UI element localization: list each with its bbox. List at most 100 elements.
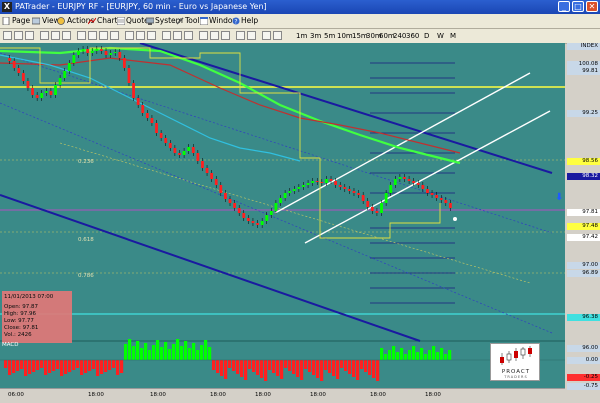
arrow-tool-icon[interactable] — [125, 31, 134, 40]
timeframe-monthly[interactable]: M — [450, 31, 456, 41]
delete-icon[interactable] — [262, 31, 271, 40]
price-candle — [127, 68, 131, 83]
macd-bar — [232, 360, 236, 371]
menu-help[interactable]: Help — [241, 16, 258, 26]
price-candle — [370, 207, 374, 211]
macd-bar — [36, 360, 40, 370]
macd-bar — [236, 360, 240, 374]
price-candle — [302, 185, 305, 187]
price-candle — [164, 138, 168, 143]
timeframe-3m[interactable]: 3m — [310, 31, 321, 41]
logo-candles-icon — [500, 346, 532, 365]
crosshair-icon[interactable] — [62, 31, 71, 40]
bar-style-icon[interactable] — [199, 31, 208, 40]
zoom-out-icon[interactable] — [51, 31, 60, 40]
price-candle — [439, 198, 443, 200]
zoom-in-icon[interactable] — [40, 31, 49, 40]
timeframe-360[interactable]: 360 — [406, 31, 419, 41]
price-candle — [67, 63, 71, 71]
macd-bar — [368, 360, 372, 375]
timeframe-1m[interactable]: 1m — [296, 31, 307, 41]
macd-bar — [420, 348, 424, 360]
alert-icon[interactable] — [184, 31, 193, 40]
candle-style-icon[interactable] — [210, 31, 219, 40]
timeframe-10m[interactable]: 10m — [337, 31, 353, 41]
macd-bar — [432, 346, 436, 360]
macd-bar — [240, 360, 244, 377]
macd-bar — [280, 360, 284, 379]
time-label: 18:00 — [210, 392, 226, 398]
minimize-button[interactable]: _ — [558, 1, 570, 12]
price-chart[interactable] — [0, 43, 565, 388]
price-label: 97.48 — [567, 223, 600, 230]
price-candle — [306, 183, 310, 185]
price-candle — [8, 58, 11, 61]
macd-bar — [104, 360, 108, 372]
timeframe-5m[interactable]: 5m — [324, 31, 335, 41]
time-label: 18:00 — [150, 392, 166, 398]
open-icon[interactable] — [14, 31, 23, 40]
text-tool-icon[interactable] — [110, 31, 119, 40]
macd-bar — [24, 360, 28, 376]
app-icon[interactable]: X — [2, 2, 12, 12]
print-icon[interactable] — [236, 31, 245, 40]
menu-page[interactable]: Page — [12, 16, 30, 26]
time-label: 18:00 — [88, 392, 104, 398]
macd-bar — [12, 360, 16, 373]
timeframe-daily[interactable]: D — [424, 31, 429, 41]
macd-bar — [252, 360, 256, 372]
brand-subtitle: TRADERS — [504, 375, 528, 379]
macd-bar — [116, 360, 120, 375]
macd-bar — [256, 360, 260, 375]
scale-top-label: INDEX — [567, 43, 600, 50]
line-style-icon[interactable] — [221, 31, 230, 40]
macd-bar — [88, 360, 92, 371]
fib-label-0618: 0.618 — [78, 237, 94, 243]
price-candle — [403, 177, 406, 179]
fib-label-0236: 0.236 — [78, 159, 94, 165]
macd-bar — [108, 360, 112, 370]
refresh-icon[interactable] — [273, 31, 282, 40]
macd-bar — [300, 360, 304, 380]
timeframe-weekly[interactable]: W — [437, 31, 444, 41]
price-candle — [150, 118, 154, 123]
macd-bar — [164, 342, 168, 360]
price-candle — [196, 153, 200, 161]
price-candle — [325, 179, 328, 183]
price-candle — [246, 218, 250, 221]
time-label: 18:00 — [370, 392, 386, 398]
save-icon[interactable] — [25, 31, 34, 40]
indicator-icon[interactable] — [162, 31, 171, 40]
line-tool-icon[interactable] — [77, 31, 86, 40]
macd-bar — [68, 360, 72, 372]
fibonacci-icon[interactable] — [99, 31, 108, 40]
current-price-marker — [453, 217, 457, 221]
price-candle — [279, 198, 282, 203]
price-candle — [384, 193, 388, 203]
price-candle — [228, 199, 232, 203]
properties-icon[interactable] — [247, 31, 256, 40]
price-candle — [352, 191, 356, 193]
macd-bar — [272, 360, 276, 373]
price-candle — [173, 148, 177, 153]
price-scale[interactable]: INDEX 100.08 99.81 99.25 98.56 98.32 97.81 97.… — [565, 43, 600, 402]
macd-bar — [364, 360, 368, 372]
price-candle — [31, 88, 34, 95]
ellipse-tool-icon[interactable] — [147, 31, 156, 40]
timeframe-240[interactable]: 240 — [393, 31, 406, 41]
new-icon[interactable] — [3, 31, 12, 40]
price-candle — [315, 181, 319, 182]
channel-tool-icon[interactable] — [88, 31, 97, 40]
price-candle — [375, 211, 379, 213]
template-icon[interactable] — [173, 31, 182, 40]
price-candle — [421, 185, 425, 189]
maximize-button[interactable]: □ — [572, 1, 584, 12]
price-candle — [100, 49, 103, 51]
brand-logo: PROACT TRADERS — [490, 343, 540, 381]
price-candle — [297, 187, 301, 189]
close-button[interactable]: ✕ — [586, 1, 598, 12]
rectangle-tool-icon[interactable] — [136, 31, 145, 40]
ohlc-date: 11/01/2013 07:00 — [4, 294, 54, 300]
macd-bar — [220, 360, 224, 376]
macd-bar — [440, 348, 444, 360]
